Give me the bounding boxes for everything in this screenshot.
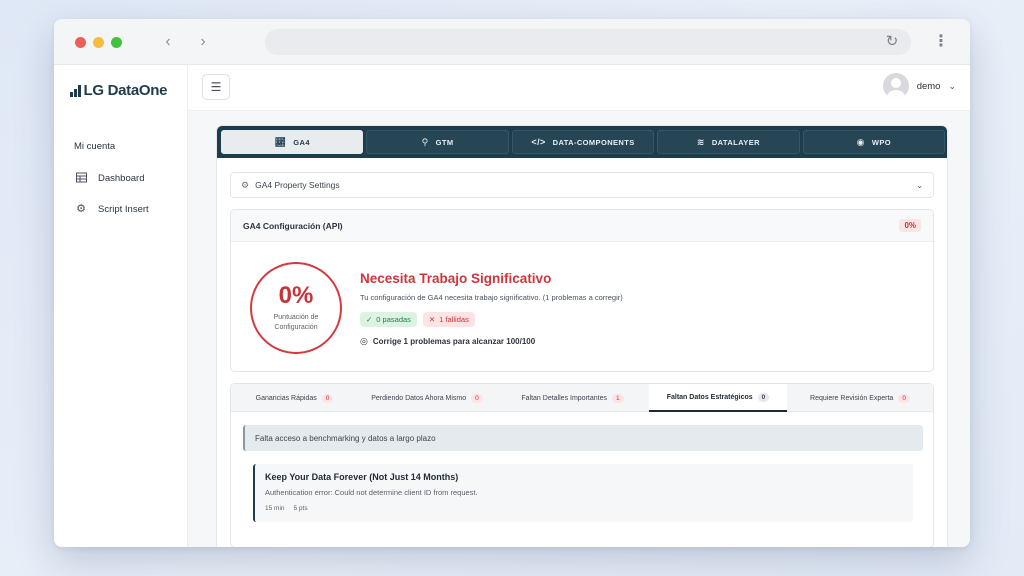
tab-label: WPO xyxy=(871,137,892,147)
subtab-faltan-datos-estrategicos[interactable]: Faltan Datos Estratégicos 0 xyxy=(649,384,787,412)
tab-data-components[interactable]: </> DATA-COMPONENTS xyxy=(511,130,655,154)
address-bar[interactable] xyxy=(265,29,911,55)
hamburger-menu-icon[interactable]: ☰ xyxy=(202,74,230,100)
brand-logo[interactable]: LG DataOne xyxy=(70,82,167,99)
tab-label: GTM xyxy=(435,137,454,147)
username: demo xyxy=(916,80,941,92)
category-alert: Falta acceso a benchmarking y datos a la… xyxy=(243,425,923,451)
brand-name: LG DataOne xyxy=(83,82,168,99)
tab-label: DATALAYER xyxy=(711,137,760,147)
subtab-count: 0 xyxy=(757,392,770,402)
passed-badge: ✓ 0 pasadas xyxy=(360,312,417,327)
score-value: 0% xyxy=(278,282,314,309)
subtab-count: 0 xyxy=(471,393,483,403)
subtab-label: Faltan Datos Estratégicos xyxy=(666,393,753,401)
chevron-down-icon: ⌄ xyxy=(916,180,923,190)
config-header: GA4 Configuración (API) 0% xyxy=(231,210,933,242)
tab-label: GA4 xyxy=(293,137,310,147)
score-ring: 0% Puntuación de Configuración xyxy=(250,262,342,354)
subtab-label: Requiere Revisión Experta xyxy=(810,394,894,402)
status-description: Tu configuración de GA4 necesita trabajo… xyxy=(360,293,623,302)
sidebar-item-script-insert[interactable]: ⚙ Script Insert xyxy=(75,203,149,215)
tab-wpo[interactable]: ◉ WPO xyxy=(802,130,946,154)
issue-time: 15 min xyxy=(265,505,285,512)
browser-window: ‹ › ↻ ⋮ LG DataOne Mi cuenta Dashboard ⚙… xyxy=(54,19,970,547)
issue-meta: 15 min 5 pts xyxy=(265,505,903,512)
subtab-ganancias-rapidas[interactable]: Ganancias Rápidas 0 xyxy=(231,384,358,412)
close-window-button[interactable] xyxy=(75,37,86,48)
passed-label: 0 pasadas xyxy=(376,315,411,324)
subtab-perdiendo-datos[interactable]: Perdiendo Datos Ahora Mismo 0 xyxy=(358,384,496,412)
status-title: Necesita Trabajo Significativo xyxy=(360,271,552,286)
issue-card[interactable]: Keep Your Data Forever (Not Just 14 Mont… xyxy=(253,464,913,522)
sidebar: LG DataOne Mi cuenta Dashboard ⚙ Script … xyxy=(54,65,188,547)
maximize-window-button[interactable] xyxy=(111,37,122,48)
topbar: ☰ demo ⌄ xyxy=(188,65,970,111)
subtab-count: 0 xyxy=(321,393,334,403)
target-icon: ◎ xyxy=(360,336,368,346)
score-badge: 0% xyxy=(899,219,921,232)
result-pills: ✓ 0 pasadas ✕ 1 fallidas xyxy=(360,312,475,327)
tab-datalayer[interactable]: ≋ DATALAYER xyxy=(657,130,800,154)
gear-icon: ⚙ xyxy=(241,179,250,190)
chevron-down-icon: ⌄ xyxy=(948,80,956,91)
config-panel: GA4 Configuración (API) 0% 0% Puntuación… xyxy=(230,209,934,372)
sidebar-item-label: Script Insert xyxy=(98,203,149,215)
subtab-faltan-detalles[interactable]: Faltan Detalles Importantes 1 xyxy=(496,384,649,412)
code-icon: </> xyxy=(531,137,546,147)
tool-tabs: 📈︎ GA4 ⚲ GTM </> DATA-COMPONENTS ≋ DATAL… xyxy=(217,126,947,158)
sidebar-item-dashboard[interactable]: Dashboard xyxy=(75,172,144,184)
gear-icon: ⚙ xyxy=(76,203,86,215)
search-icon: ⚲ xyxy=(421,136,429,147)
subtab-label: Faltan Detalles Importantes xyxy=(521,394,607,402)
check-icon: ✓ xyxy=(366,315,373,324)
fix-goal: ◎ Corrige 1 problemas para alcanzar 100/… xyxy=(360,336,535,347)
failed-label: 1 fallidas xyxy=(439,315,469,324)
issue-points: 5 pts xyxy=(293,505,308,512)
subtab-label: Perdiendo Datos Ahora Mismo xyxy=(371,394,467,402)
accordion-label: GA4 Property Settings xyxy=(255,180,340,190)
sidebar-item-label: Dashboard xyxy=(98,172,145,184)
subtab-label: Ganancias Rápidas xyxy=(255,394,317,402)
bars-logo-icon xyxy=(70,84,81,97)
score-label-line: Configuración xyxy=(274,324,318,331)
score-label-line: Puntuación de xyxy=(273,314,319,321)
issue-description: Authentication error: Could not determin… xyxy=(265,488,478,497)
issue-title: Keep Your Data Forever (Not Just 14 Mont… xyxy=(265,472,459,482)
user-menu[interactable]: demo ⌄ xyxy=(882,73,956,99)
subtab-count: 0 xyxy=(898,393,910,403)
reload-icon[interactable]: ↻ xyxy=(881,31,903,53)
audit-card: 📈︎ GA4 ⚲ GTM </> DATA-COMPONENTS ≋ DATAL… xyxy=(216,125,948,547)
avatar xyxy=(882,73,909,99)
chart-line-icon: 📈︎ xyxy=(274,136,287,147)
minimize-window-button[interactable] xyxy=(93,37,104,48)
x-icon: ✕ xyxy=(428,315,436,324)
sidebar-section-title: Mi cuenta xyxy=(74,141,116,152)
score-label: Puntuación de Configuración xyxy=(274,313,319,333)
property-settings-accordion[interactable]: ⚙ GA4 Property Settings ⌄ xyxy=(230,172,934,198)
chevron-right-icon[interactable]: › xyxy=(192,31,214,53)
config-title: GA4 Configuración (API) xyxy=(243,220,343,231)
issue-category-tabs: Ganancias Rápidas 0 Perdiendo Datos Ahor… xyxy=(231,384,933,412)
subtab-count: 1 xyxy=(611,393,624,403)
table-icon xyxy=(75,172,87,184)
issues-panel: Ganancias Rápidas 0 Perdiendo Datos Ahor… xyxy=(230,383,934,547)
speedometer-icon: ◉ xyxy=(856,136,865,147)
fix-goal-text: Corrige 1 problemas para alcanzar 100/10… xyxy=(372,337,536,346)
chevron-left-icon[interactable]: ‹ xyxy=(157,31,179,53)
tab-label: DATA-COMPONENTS xyxy=(552,137,635,147)
main-content: 📈︎ GA4 ⚲ GTM </> DATA-COMPONENTS ≋ DATAL… xyxy=(188,111,970,547)
failed-badge: ✕ 1 fallidas xyxy=(422,312,475,327)
tab-ga4[interactable]: 📈︎ GA4 xyxy=(221,130,364,154)
tab-gtm[interactable]: ⚲ GTM xyxy=(366,130,509,154)
subtab-revision-experta[interactable]: Requiere Revisión Experta 0 xyxy=(787,384,933,412)
layers-icon: ≋ xyxy=(696,136,705,147)
browser-chrome: ‹ › ↻ ⋮ xyxy=(54,19,970,65)
more-menu-icon[interactable]: ⋮ xyxy=(930,31,952,53)
